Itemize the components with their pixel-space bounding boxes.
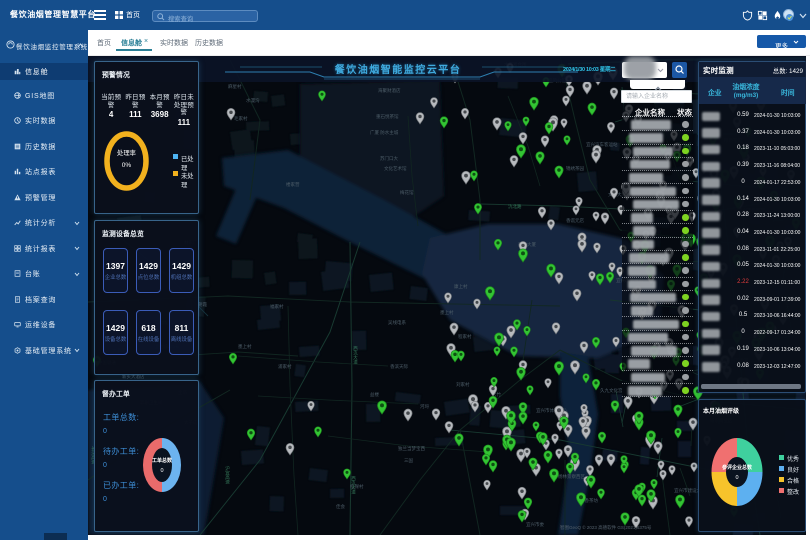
svg-text:梅花馆: 梅花馆 xyxy=(400,189,414,196)
svg-text:河埒: 河埒 xyxy=(420,403,429,409)
svg-text:墨上村: 墨上村 xyxy=(440,309,454,315)
svg-text:毛家村: 毛家村 xyxy=(234,115,248,121)
svg-text:杨林景察西区: 杨林景察西区 xyxy=(558,473,585,480)
svg-text:西氿大道: 西氿大道 xyxy=(351,476,357,496)
svg-text:锦绣茶园: 锦绣茶园 xyxy=(566,165,584,172)
svg-text:吴线电系: 吴线电系 xyxy=(388,319,406,326)
svg-text:西氿大道: 西氿大道 xyxy=(353,346,359,366)
svg-text:香滨天际: 香滨天际 xyxy=(390,363,408,370)
svg-text:水漫沟: 水漫沟 xyxy=(246,97,260,104)
svg-text:久九文化宫: 久九文化宫 xyxy=(600,387,623,394)
svg-text:宜兴汽车客运站: 宜兴汽车客运站 xyxy=(586,141,618,148)
svg-text:刘家村: 刘家村 xyxy=(456,381,470,387)
svg-text:益楼: 益楼 xyxy=(370,391,379,398)
svg-text:墨上村: 墨上村 xyxy=(238,343,252,349)
svg-text:麻星村: 麻星村 xyxy=(228,83,242,90)
svg-text:香谎元店: 香谎元店 xyxy=(566,217,584,224)
svg-text:重石悦茶馆: 重石悦茶馆 xyxy=(376,113,399,120)
svg-text:浦家村: 浦家村 xyxy=(278,363,292,370)
svg-text:沪宜高速: 沪宜高速 xyxy=(225,465,231,486)
svg-text:宜兴市委: 宜兴市委 xyxy=(526,521,544,528)
svg-text:文化艺术馆: 文化艺术馆 xyxy=(384,165,407,172)
svg-text:程家村: 程家村 xyxy=(458,333,472,340)
svg-text:楼家营: 楼家营 xyxy=(286,181,300,188)
svg-text:苏门口大: 苏门口大 xyxy=(380,155,398,162)
svg-text:氿北路: 氿北路 xyxy=(508,203,522,210)
svg-text:广厦 防水主城: 广厦 防水主城 xyxy=(370,129,399,136)
svg-text:康上村: 康上村 xyxy=(454,283,468,289)
svg-text:福家村: 福家村 xyxy=(270,303,284,310)
svg-text:海聚财酒店: 海聚财酒店 xyxy=(378,87,401,94)
svg-text:独兰当梦宝西: 独兰当梦宝西 xyxy=(398,445,425,452)
svg-text:佳会: 佳会 xyxy=(336,503,345,510)
